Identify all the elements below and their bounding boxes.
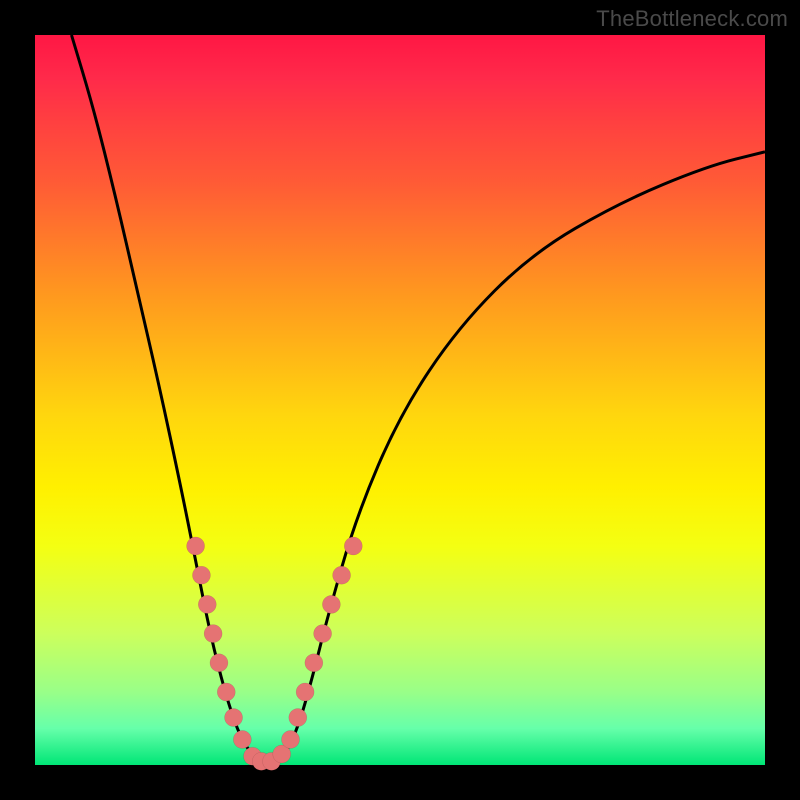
marker-dots xyxy=(187,537,363,770)
marker-dot xyxy=(344,537,362,555)
plot-area xyxy=(35,35,765,765)
marker-dot xyxy=(217,683,235,701)
marker-dot xyxy=(204,625,222,643)
marker-dot xyxy=(233,730,251,748)
chart-svg xyxy=(35,35,765,765)
marker-dot xyxy=(289,709,307,727)
curve-path xyxy=(72,35,766,763)
marker-dot xyxy=(192,566,210,584)
marker-dot xyxy=(296,683,314,701)
marker-dot xyxy=(198,595,216,613)
watermark-text: TheBottleneck.com xyxy=(596,6,788,32)
chart-frame: TheBottleneck.com xyxy=(0,0,800,800)
marker-dot xyxy=(333,566,351,584)
marker-dot xyxy=(305,654,323,672)
marker-dot xyxy=(187,537,205,555)
marker-dot xyxy=(314,625,332,643)
marker-dot xyxy=(282,730,300,748)
marker-dot xyxy=(225,709,243,727)
bottleneck-curve xyxy=(72,35,766,763)
marker-dot xyxy=(210,654,228,672)
marker-dot xyxy=(322,595,340,613)
